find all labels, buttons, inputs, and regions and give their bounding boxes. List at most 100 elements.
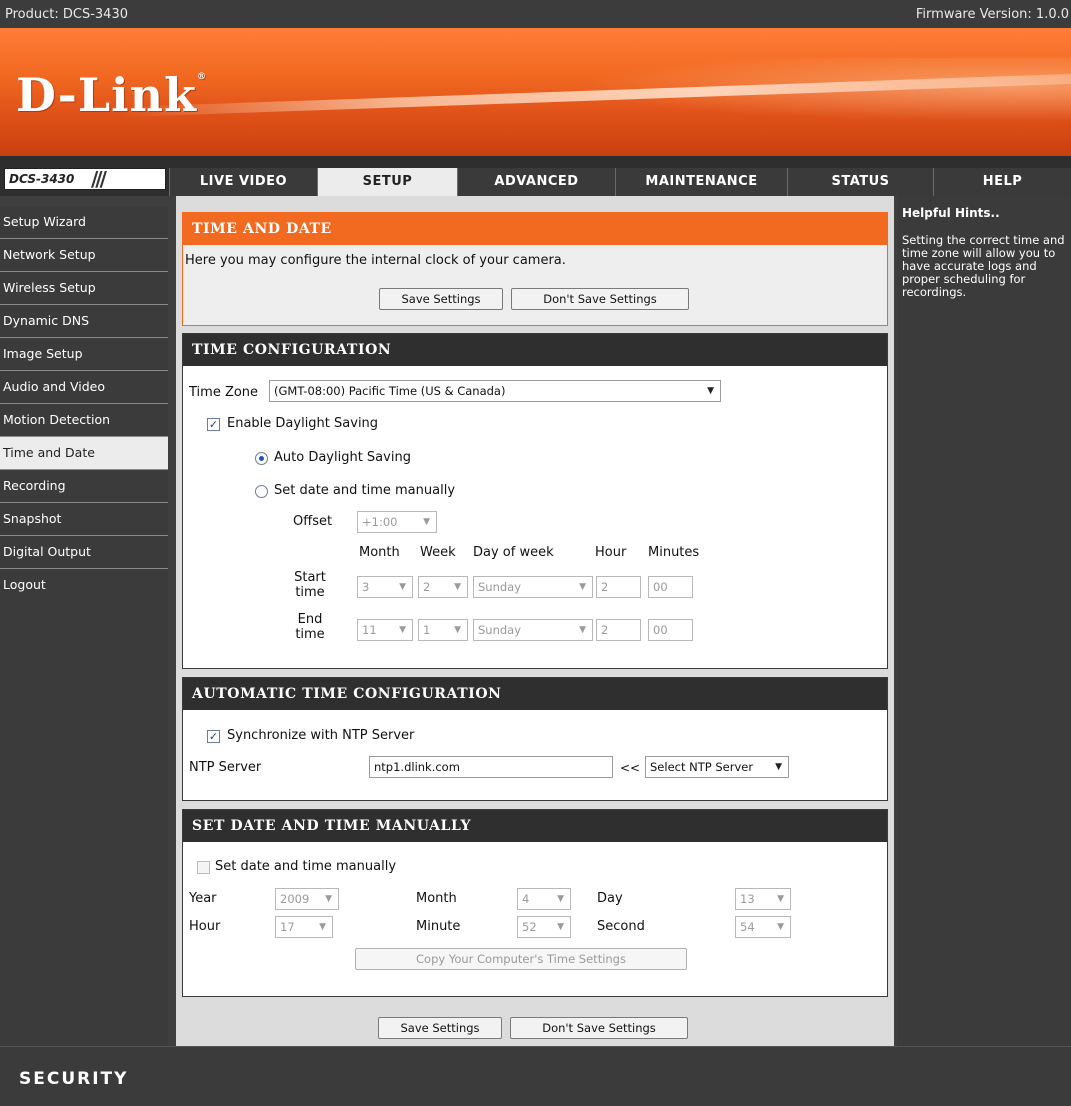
offset-label: Offset <box>293 514 333 529</box>
tab-status[interactable]: STATUS <box>787 168 933 196</box>
hints-text: Setting the correct time and time zone w… <box>902 233 1065 299</box>
end-time-label: End time <box>295 612 325 642</box>
day-label: Day <box>597 891 623 906</box>
manual-time-checkbox[interactable] <box>197 861 210 874</box>
dropdown-arrow-icon: ▼ <box>579 625 586 635</box>
minute-label: Minute <box>416 919 461 934</box>
sync-ntp-checkbox[interactable]: ✓ <box>207 730 220 743</box>
start-time-label: Start time <box>294 570 326 600</box>
product-name: Product: DCS-3430 <box>5 6 128 22</box>
start-dow-select[interactable]: Sunday ▼ <box>473 576 593 598</box>
enable-dst-label: Enable Daylight Saving <box>227 416 379 431</box>
tab-help[interactable]: HELP <box>933 168 1071 196</box>
sidebar-item-motion-detection[interactable]: Motion Detection <box>0 404 168 437</box>
enable-dst-checkbox[interactable]: ✓ <box>207 418 220 431</box>
manual-dst-radio[interactable] <box>255 485 268 498</box>
tab-advanced[interactable]: ADVANCED <box>457 168 615 196</box>
save-settings-button[interactable]: Save Settings <box>379 288 503 310</box>
security-label: SECURITY <box>19 1069 129 1089</box>
dropdown-arrow-icon: ▼ <box>325 894 332 904</box>
dropdown-arrow-icon: ▼ <box>777 894 784 904</box>
sidebar-item-wireless-setup[interactable]: Wireless Setup <box>0 272 168 305</box>
year-select[interactable]: 2009 ▼ <box>275 888 339 910</box>
brand-banner: D-Link® <box>0 28 1071 156</box>
col-month: Month <box>359 545 400 560</box>
time-zone-select[interactable]: (GMT-08:00) Pacific Time (US & Canada) ▼ <box>269 380 721 402</box>
sidebar-item-logout[interactable]: Logout <box>0 569 168 602</box>
sidebar-item-time-date[interactable]: Time and Date <box>0 437 168 470</box>
end-minutes-input[interactable]: 00 <box>648 619 693 641</box>
dropdown-arrow-icon: ▼ <box>319 922 326 932</box>
hour-select[interactable]: 17 ▼ <box>275 916 333 938</box>
manual-time-label: Set date and time manually <box>215 859 397 874</box>
col-minutes: Minutes <box>648 545 700 560</box>
sidebar-item-audio-video[interactable]: Audio and Video <box>0 371 168 404</box>
sidebar-item-network-setup[interactable]: Network Setup <box>0 239 168 272</box>
footer: SECURITY <box>0 1046 1071 1106</box>
bottom-save-settings-button[interactable]: Save Settings <box>378 1017 502 1039</box>
second-label: Second <box>597 919 645 934</box>
start-week-select[interactable]: 2 ▼ <box>418 576 468 598</box>
end-month-select[interactable]: 11 ▼ <box>357 619 413 641</box>
ntp-server-input[interactable]: ntp1.dlink.com <box>369 756 613 778</box>
tab-maintenance[interactable]: MAINTENANCE <box>615 168 787 196</box>
end-week-select[interactable]: 1 ▼ <box>418 619 468 641</box>
tab-setup[interactable]: SETUP <box>317 168 457 196</box>
hints-title: Helpful Hints.. <box>902 206 1000 220</box>
dropdown-arrow-icon: ▼ <box>579 582 586 592</box>
copy-computer-time-button[interactable]: Copy Your Computer's Time Settings <box>355 948 687 970</box>
offset-select[interactable]: +1:00 ▼ <box>357 511 437 533</box>
day-select[interactable]: 13 ▼ <box>735 888 791 910</box>
sidebar: Setup Wizard Network Setup Wireless Setu… <box>0 206 168 1046</box>
top-info-bar: Product: DCS-3430 Firmware Version: 1.0.… <box>0 0 1071 28</box>
dropdown-arrow-icon: ▼ <box>399 625 406 635</box>
section-automatic-time-configuration: AUTOMATIC TIME CONFIGURATION ✓ Synchroni… <box>182 677 888 801</box>
dropdown-arrow-icon: ▼ <box>423 517 430 527</box>
dropdown-arrow-icon: ▼ <box>557 922 564 932</box>
sidebar-item-recording[interactable]: Recording <box>0 470 168 503</box>
year-label: Year <box>189 891 217 906</box>
col-hour: Hour <box>595 545 627 560</box>
sidebar-item-dynamic-dns[interactable]: Dynamic DNS <box>0 305 168 338</box>
bottom-dont-save-settings-button[interactable]: Don't Save Settings <box>510 1017 688 1039</box>
helpful-hints-panel: Helpful Hints.. Setting the correct time… <box>897 196 1071 1046</box>
col-day-of-week: Day of week <box>473 545 554 560</box>
dropdown-arrow-icon: ▼ <box>399 582 406 592</box>
sidebar-item-image-setup[interactable]: Image Setup <box>0 338 168 371</box>
section-description: Here you may configure the internal cloc… <box>185 253 566 268</box>
start-month-select[interactable]: 3 ▼ <box>357 576 413 598</box>
minute-select[interactable]: 52 ▼ <box>517 916 571 938</box>
time-zone-label: Time Zone <box>189 385 259 400</box>
section-title: AUTOMATIC TIME CONFIGURATION <box>183 678 887 710</box>
section-set-date-time-manually: SET DATE AND TIME MANUALLY Set date and … <box>182 809 888 997</box>
sidebar-item-snapshot[interactable]: Snapshot <box>0 503 168 536</box>
month-select[interactable]: 4 ▼ <box>517 888 571 910</box>
dont-save-settings-button[interactable]: Don't Save Settings <box>511 288 689 310</box>
hour-label: Hour <box>189 919 221 934</box>
end-hour-input[interactable]: 2 <box>596 619 641 641</box>
sidebar-item-setup-wizard[interactable]: Setup Wizard <box>0 206 168 239</box>
ntp-arrows: << <box>620 761 641 775</box>
tab-live-video[interactable]: LIVE VIDEO <box>169 168 317 196</box>
start-minutes-input[interactable]: 00 <box>648 576 693 598</box>
auto-dst-label: Auto Daylight Saving <box>274 450 411 465</box>
start-hour-input[interactable]: 2 <box>596 576 641 598</box>
dropdown-arrow-icon: ▼ <box>454 625 461 635</box>
section-title: SET DATE AND TIME MANUALLY <box>183 810 887 842</box>
dropdown-arrow-icon: ▼ <box>777 922 784 932</box>
section-title: TIME CONFIGURATION <box>183 334 887 366</box>
dropdown-arrow-icon: ▼ <box>707 386 714 396</box>
firmware-version: Firmware Version: 1.0.0 <box>915 6 1069 22</box>
second-select[interactable]: 54 ▼ <box>735 916 791 938</box>
sync-ntp-label: Synchronize with NTP Server <box>227 728 415 743</box>
select-ntp-server[interactable]: Select NTP Server ▼ <box>645 756 789 778</box>
manual-dst-label: Set date and time manually <box>274 483 456 498</box>
month-label: Month <box>416 891 457 906</box>
dlink-logo: D-Link® <box>16 68 207 122</box>
ntp-server-label: NTP Server <box>189 760 262 775</box>
dropdown-arrow-icon: ▼ <box>775 762 782 772</box>
end-dow-select[interactable]: Sunday ▼ <box>473 619 593 641</box>
auto-dst-radio[interactable] <box>255 452 268 465</box>
section-time-and-date: TIME AND DATE Here you may configure the… <box>182 212 888 326</box>
sidebar-item-digital-output[interactable]: Digital Output <box>0 536 168 569</box>
